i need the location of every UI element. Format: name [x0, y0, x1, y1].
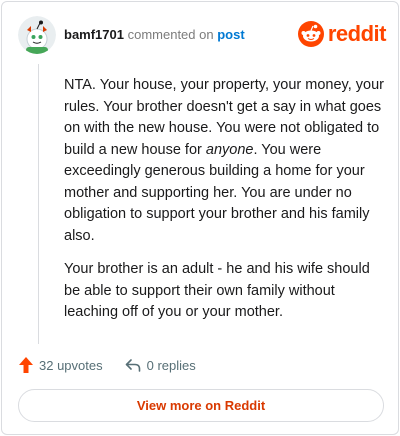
upvotes-count: 32 upvotes: [39, 357, 103, 373]
comment-paragraph: NTA. Your house, your property, your mon…: [64, 75, 384, 247]
reddit-snoo-icon: [297, 21, 324, 47]
commented-on-label: commented on: [123, 27, 218, 42]
comment-paragraph: Your brother is an adult - he and his wi…: [64, 261, 370, 320]
username-link[interactable]: bamf1701: [64, 27, 124, 42]
comment-body: NTA. Your house, your property, your mon…: [64, 75, 384, 336]
snoo-avatar-icon[interactable]: [18, 16, 56, 54]
view-more-button[interactable]: View more on Reddit: [18, 389, 384, 422]
comment-meta: bamf1701 commented on post: [64, 27, 245, 42]
thread-line: [38, 64, 39, 344]
reddit-logo[interactable]: reddit: [297, 20, 387, 48]
reddit-wordmark: reddit: [327, 21, 387, 46]
upvote-arrow-icon: [19, 357, 33, 373]
replies-count: 0 replies: [146, 357, 196, 373]
reply-arrow-icon: [125, 359, 140, 372]
post-link[interactable]: post: [217, 27, 244, 42]
emphasis-text: anyone: [205, 141, 254, 158]
comment-embed-card: bamf1701 commented on post reddit NTA. Y…: [1, 1, 399, 435]
comment-actions: 32 upvotes 0 replies: [19, 354, 218, 376]
replies-stat[interactable]: 0 replies: [125, 358, 196, 373]
comment-header: bamf1701 commented on post reddit: [18, 16, 387, 56]
upvotes-stat[interactable]: 32 upvotes: [19, 357, 103, 373]
